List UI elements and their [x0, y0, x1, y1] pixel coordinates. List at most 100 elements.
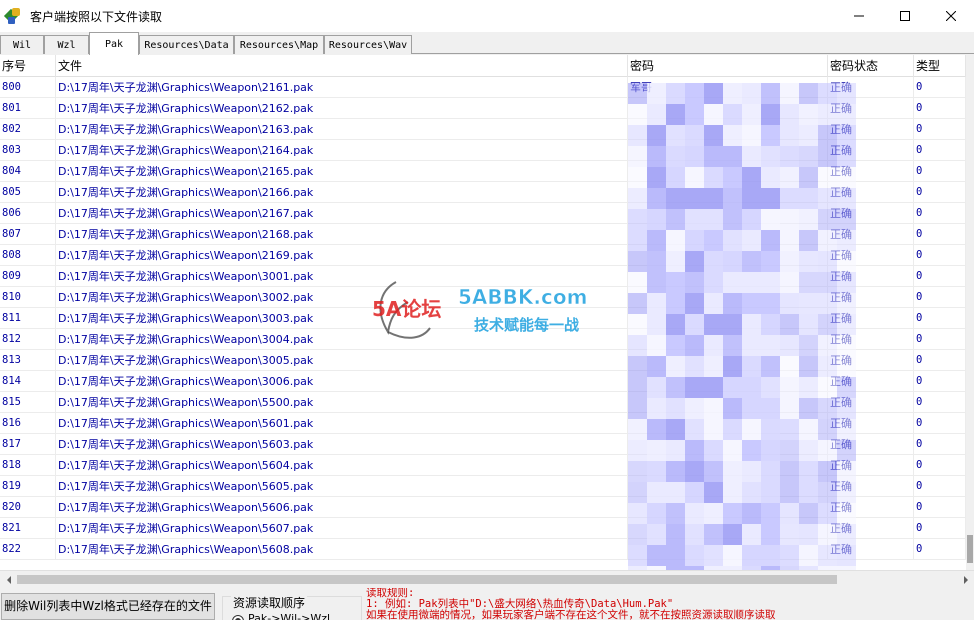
table-row[interactable]: 809 D:\17周年\天子龙渊\Graphics\Weapon\3001.pak…	[0, 266, 966, 287]
table-row[interactable]: 818 D:\17周年\天子龙渊\Graphics\Weapon\5604.pak…	[0, 455, 966, 476]
table-row[interactable]: 800 D:\17周年\天子龙渊\Graphics\Weapon\2161.pak…	[0, 77, 966, 98]
row-password-status: 正确	[828, 371, 914, 392]
vertical-scrollbar[interactable]	[966, 55, 974, 570]
maximize-button[interactable]	[882, 0, 928, 32]
row-file: D:\17周年\天子龙渊\Graphics\Weapon\5608.pak	[56, 539, 628, 560]
table-row[interactable]: 803 D:\17周年\天子龙渊\Graphics\Weapon\2164.pak…	[0, 140, 966, 161]
row-index: 813	[0, 350, 56, 371]
rules-line-2: 如果在使用微端的情况，如果玩家客户端不存在这个文件，就不在按照资源读取顺序读取	[366, 609, 776, 620]
table-row[interactable]: 813 D:\17周年\天子龙渊\Graphics\Weapon\3005.pak…	[0, 350, 966, 371]
row-file: D:\17周年\天子龙渊\Graphics\Weapon\2163.pak	[56, 119, 628, 140]
table-row[interactable]: 810 D:\17周年\天子龙渊\Graphics\Weapon\3002.pak…	[0, 287, 966, 308]
row-password	[628, 392, 828, 413]
app-icon	[3, 8, 22, 24]
table-row[interactable]: 822 D:\17周年\天子龙渊\Graphics\Weapon\5608.pak…	[0, 539, 966, 560]
table-row[interactable]: 806 D:\17周年\天子龙渊\Graphics\Weapon\2167.pak…	[0, 203, 966, 224]
minimize-button[interactable]	[836, 0, 882, 32]
table-row[interactable]: 805 D:\17周年\天子龙渊\Graphics\Weapon\2166.pak…	[0, 182, 966, 203]
row-password-status: 正确	[828, 476, 914, 497]
row-type: 0	[914, 266, 966, 287]
row-index: 805	[0, 182, 56, 203]
row-type: 0	[914, 245, 966, 266]
horizontal-scroll-thumb[interactable]	[17, 575, 837, 584]
scroll-right-button[interactable]	[957, 571, 974, 588]
row-index: 814	[0, 371, 56, 392]
row-password	[628, 287, 828, 308]
row-password	[628, 161, 828, 182]
table-row[interactable]: 817 D:\17周年\天子龙渊\Graphics\Weapon\5603.pak…	[0, 434, 966, 455]
table-row[interactable]: 815 D:\17周年\天子龙渊\Graphics\Weapon\5500.pak…	[0, 392, 966, 413]
horizontal-scrollbar[interactable]	[0, 570, 974, 587]
table-row[interactable]: 802 D:\17周年\天子龙渊\Graphics\Weapon\2163.pak…	[0, 119, 966, 140]
row-password-status: 正确	[828, 203, 914, 224]
column-file[interactable]: 文件	[56, 55, 628, 77]
row-file: D:\17周年\天子龙渊\Graphics\Weapon\3006.pak	[56, 371, 628, 392]
table-row[interactable]: 816 D:\17周年\天子龙渊\Graphics\Weapon\5601.pak…	[0, 413, 966, 434]
tab-resources-data[interactable]: Resources\Data	[139, 35, 234, 54]
row-password-status: 正确	[828, 119, 914, 140]
row-file: D:\17周年\天子龙渊\Graphics\Weapon\2164.pak	[56, 140, 628, 161]
table-row[interactable]: 804 D:\17周年\天子龙渊\Graphics\Weapon\2165.pak…	[0, 161, 966, 182]
column-header: 序号 文件 密码 密码状态 类型	[0, 55, 966, 77]
table-row[interactable]: 812 D:\17周年\天子龙渊\Graphics\Weapon\3004.pak…	[0, 329, 966, 350]
table-row[interactable]: 819 D:\17周年\天子龙渊\Graphics\Weapon\5605.pak…	[0, 476, 966, 497]
row-password	[628, 119, 828, 140]
delete-existing-wzl-button[interactable]: 删除Wil列表中Wzl格式已经存在的文件	[1, 593, 215, 620]
table-row[interactable]: 807 D:\17周年\天子龙渊\Graphics\Weapon\2168.pak…	[0, 224, 966, 245]
read-order-radio[interactable]	[232, 615, 244, 620]
row-index: 810	[0, 287, 56, 308]
row-type: 0	[914, 287, 966, 308]
row-password	[628, 224, 828, 245]
table-row[interactable]: 801 D:\17周年\天子龙渊\Graphics\Weapon\2162.pak…	[0, 98, 966, 119]
tab-resources-map[interactable]: Resources\Map	[234, 35, 324, 54]
tab-wil[interactable]: Wil	[0, 35, 44, 54]
row-type: 0	[914, 329, 966, 350]
row-password	[628, 98, 828, 119]
row-password-status: 正确	[828, 434, 914, 455]
row-index: 807	[0, 224, 56, 245]
row-index: 818	[0, 455, 56, 476]
row-file: D:\17周年\天子龙渊\Graphics\Weapon\3005.pak	[56, 350, 628, 371]
column-password-status[interactable]: 密码状态	[828, 55, 914, 77]
row-password-status: 正确	[828, 497, 914, 518]
table-row[interactable]: 814 D:\17周年\天子龙渊\Graphics\Weapon\3006.pak…	[0, 371, 966, 392]
row-file: D:\17周年\天子龙渊\Graphics\Weapon\5605.pak	[56, 476, 628, 497]
column-password[interactable]: 密码	[628, 55, 828, 77]
row-password	[628, 518, 828, 539]
scroll-left-button[interactable]	[0, 571, 17, 588]
file-list[interactable]: 序号 文件 密码 密码状态 类型 800 D:\17周年\天子龙渊\Graphic…	[0, 55, 974, 570]
row-password-status: 正确	[828, 308, 914, 329]
row-type: 0	[914, 77, 966, 98]
table-row[interactable]: 821 D:\17周年\天子龙渊\Graphics\Weapon\5607.pak…	[0, 518, 966, 539]
bottom-panel: 删除Wil列表中Wzl格式已经存在的文件 资源读取顺序 Pak->Wil->Wz…	[0, 588, 974, 620]
vertical-scroll-thumb[interactable]	[967, 535, 973, 563]
row-password-status: 正确	[828, 182, 914, 203]
row-index: 812	[0, 329, 56, 350]
row-type: 0	[914, 476, 966, 497]
row-index: 817	[0, 434, 56, 455]
row-password	[628, 203, 828, 224]
row-index: 808	[0, 245, 56, 266]
close-button[interactable]	[928, 0, 974, 32]
row-password-status: 正确	[828, 161, 914, 182]
row-file: D:\17周年\天子龙渊\Graphics\Weapon\2165.pak	[56, 161, 628, 182]
row-type: 0	[914, 182, 966, 203]
table-row[interactable]: 820 D:\17周年\天子龙渊\Graphics\Weapon\5606.pak…	[0, 497, 966, 518]
table-row[interactable]: 811 D:\17周年\天子龙渊\Graphics\Weapon\3003.pak…	[0, 308, 966, 329]
column-index[interactable]: 序号	[0, 55, 56, 77]
row-file: D:\17周年\天子龙渊\Graphics\Weapon\5500.pak	[56, 392, 628, 413]
read-order-option-label: Pak->Wil->Wzl	[248, 612, 331, 620]
row-password	[628, 434, 828, 455]
row-password-status: 正确	[828, 245, 914, 266]
row-file: D:\17周年\天子龙渊\Graphics\Weapon\5604.pak	[56, 455, 628, 476]
row-password	[628, 350, 828, 371]
row-index: 804	[0, 161, 56, 182]
row-index: 802	[0, 119, 56, 140]
tab-wzl[interactable]: Wzl	[44, 35, 89, 54]
row-type: 0	[914, 350, 966, 371]
column-type[interactable]: 类型	[914, 55, 966, 77]
row-file: D:\17周年\天子龙渊\Graphics\Weapon\3003.pak	[56, 308, 628, 329]
table-row[interactable]: 808 D:\17周年\天子龙渊\Graphics\Weapon\2169.pak…	[0, 245, 966, 266]
tab-pak[interactable]: Pak	[89, 32, 139, 55]
tab-resources-wav[interactable]: Resources\Wav	[324, 35, 412, 54]
